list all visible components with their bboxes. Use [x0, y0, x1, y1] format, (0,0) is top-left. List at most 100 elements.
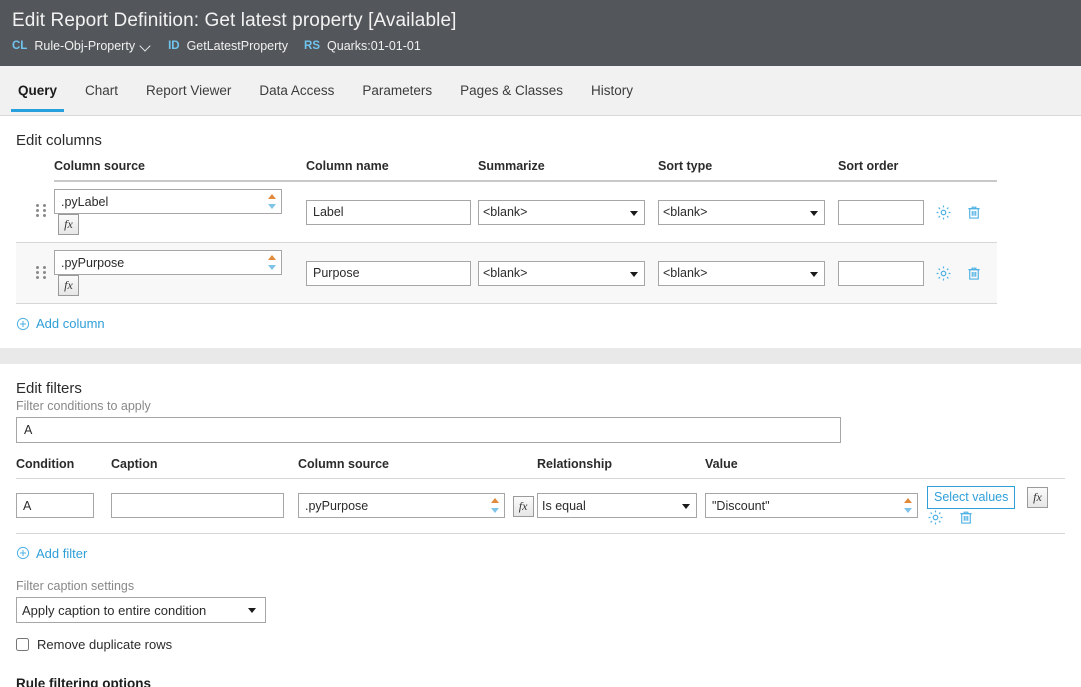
spinner-icon[interactable]: [268, 193, 277, 210]
chevron-down-icon[interactable]: [141, 41, 152, 52]
sort-order-input[interactable]: [838, 199, 924, 225]
plus-circle-icon: [16, 546, 30, 560]
table-row: fx <blank>: [16, 181, 997, 243]
filter-header-source: Column source: [298, 456, 389, 471]
tab-query[interactable]: Query: [4, 66, 71, 112]
row-sort-type-cell: <blank>: [658, 181, 838, 243]
col-header-summarize: Summarize: [478, 159, 658, 182]
tab-history[interactable]: History: [577, 66, 647, 112]
filter-condition-input[interactable]: [16, 493, 94, 519]
col-header-sort-order: Sort order: [838, 159, 935, 182]
plus-circle-icon: [16, 317, 30, 331]
filter-source-input[interactable]: [298, 493, 505, 519]
filter-relationship-cell: Is equal: [537, 477, 705, 534]
remove-duplicate-rows-label: Remove duplicate rows: [37, 637, 173, 653]
meta-key-id: ID: [168, 40, 180, 52]
meta-value-class: Rule-Obj-Property: [34, 39, 136, 53]
trash-icon[interactable]: [966, 265, 982, 282]
remove-duplicate-rows-row: Remove duplicate rows: [16, 637, 1065, 652]
row-source-cell: fx: [54, 242, 306, 304]
fx-button[interactable]: fx: [58, 275, 79, 296]
filters-table: Condition Caption Column source Relation…: [16, 457, 1065, 534]
sort-order-input[interactable]: [838, 260, 924, 286]
filter-conditions-input[interactable]: [16, 416, 841, 443]
edit-columns-panel: Edit columns Column source Column name S…: [0, 116, 1081, 348]
edit-filters-title: Edit filters: [16, 379, 82, 397]
column-source-input[interactable]: [54, 250, 282, 275]
relationship-select[interactable]: Is equal: [537, 493, 697, 519]
edit-columns-title: Edit columns: [16, 132, 102, 149]
row-drag-cell: [16, 242, 54, 304]
filter-header-caption: Caption: [111, 456, 158, 471]
gear-icon[interactable]: [935, 265, 952, 282]
tab-pages-classes[interactable]: Pages & Classes: [446, 66, 577, 112]
edit-filters-panel: Edit filters Filter conditions to apply …: [0, 363, 1081, 687]
row-summarize-cell: <blank>: [478, 181, 658, 243]
gear-icon[interactable]: [935, 204, 952, 221]
meta-value-id: GetLatestProperty: [186, 39, 289, 53]
column-name-input[interactable]: [306, 260, 471, 286]
drag-handle-icon[interactable]: [36, 265, 47, 281]
tab-chart[interactable]: Chart: [71, 66, 132, 112]
row-drag-cell: [16, 181, 54, 243]
fx-button[interactable]: fx: [58, 214, 79, 235]
select-values-button[interactable]: Select values: [927, 485, 1016, 509]
summarize-select[interactable]: <blank>: [478, 199, 645, 225]
tab-data-access[interactable]: Data Access: [245, 66, 348, 112]
summarize-select[interactable]: <blank>: [478, 260, 645, 286]
tab-parameters[interactable]: Parameters: [348, 66, 446, 112]
row-source-cell: fx: [54, 181, 306, 243]
filter-header-actions: [927, 457, 1065, 479]
col-header-source: Column source: [54, 159, 306, 182]
filters-table-header: Condition Caption Column source Relation…: [16, 457, 1065, 479]
spinner-icon[interactable]: [491, 497, 500, 514]
row-actions-cell: [935, 181, 997, 243]
filter-header-value: Value: [705, 456, 738, 471]
drag-handle-icon[interactable]: [36, 204, 47, 219]
filter-conditions-label: Filter conditions to apply: [16, 398, 151, 413]
col-header-actions: [935, 159, 997, 182]
col-header-sort-type: Sort type: [658, 159, 838, 182]
row-sort-order-cell: [838, 242, 935, 304]
meta-key-ruleset: RS: [304, 40, 321, 52]
add-filter-label: Add filter: [36, 545, 88, 561]
filter-condition-cell: [16, 477, 111, 534]
remove-duplicate-rows-checkbox[interactable]: [16, 638, 29, 652]
panel-separator: [0, 347, 1081, 364]
column-source-input[interactable]: [54, 189, 282, 214]
trash-icon[interactable]: [958, 509, 974, 526]
rule-filtering-options-title: Rule filtering options: [16, 676, 151, 687]
add-filter-link[interactable]: Add filter: [16, 546, 87, 561]
filter-caption-settings-select[interactable]: Apply caption to entire condition: [16, 597, 266, 624]
col-header-handle: [16, 159, 54, 181]
content-area: Edit columns Column source Column name S…: [0, 116, 1081, 687]
filter-caption-input[interactable]: [111, 493, 284, 519]
fx-button[interactable]: fx: [512, 495, 534, 517]
sort-type-select[interactable]: <blank>: [658, 260, 825, 286]
column-name-input[interactable]: [306, 199, 471, 225]
fx-button[interactable]: fx: [1026, 486, 1048, 508]
meta-key-class: CL: [12, 40, 28, 52]
app-header: Edit Report Definition: Get latest prope…: [0, 0, 1081, 66]
filter-header-relationship: Relationship: [537, 456, 613, 471]
spinner-icon[interactable]: [904, 497, 913, 514]
tab-report-viewer[interactable]: Report Viewer: [132, 66, 245, 112]
trash-icon[interactable]: [966, 204, 982, 221]
table-row: fx Is equal: [16, 477, 1065, 534]
header-metadata: CL Rule-Obj-Property ID GetLatestPropert…: [12, 38, 1081, 54]
table-row: fx <blank>: [16, 242, 997, 304]
filter-caption-settings-label: Filter caption settings: [16, 579, 135, 594]
col-header-name: Column name: [306, 159, 478, 182]
add-column-link[interactable]: Add column: [16, 316, 105, 331]
row-name-cell: [306, 242, 478, 304]
add-column-label: Add column: [36, 316, 105, 331]
filter-header-condition: Condition: [16, 456, 75, 471]
row-name-cell: [306, 181, 478, 243]
filter-value-input[interactable]: [705, 493, 918, 519]
gear-icon[interactable]: [927, 509, 944, 526]
spinner-icon[interactable]: [268, 254, 277, 271]
filter-actions-cell: Select values fx: [927, 477, 1065, 534]
row-actions-cell: [935, 242, 997, 304]
columns-table-header: Column source Column name Summarize Sort…: [16, 159, 997, 182]
sort-type-select[interactable]: <blank>: [658, 199, 825, 225]
